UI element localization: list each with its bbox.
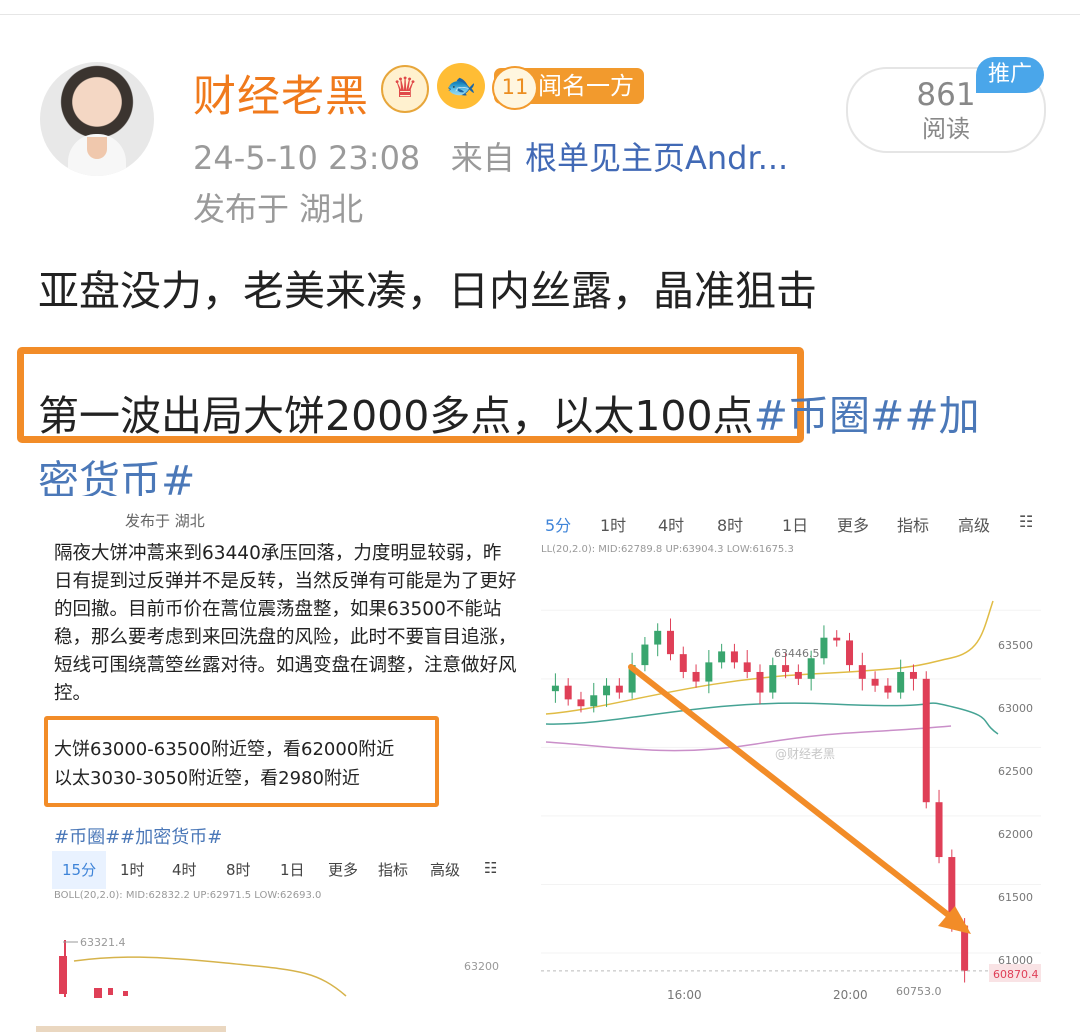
candle-body-11 bbox=[692, 671, 700, 682]
tab-4h[interactable]: 4时 bbox=[172, 859, 197, 880]
candle-body-24 bbox=[858, 665, 866, 679]
candle-body-16 bbox=[756, 671, 764, 693]
tab-8h[interactable]: 8时 bbox=[226, 859, 251, 880]
fame-label: 闻名一方 bbox=[538, 72, 634, 100]
candle-body-27 bbox=[897, 671, 905, 693]
read-label: 阅读 bbox=[922, 115, 970, 143]
mini-axis-label: 63200 bbox=[464, 960, 499, 973]
candle-body-0 bbox=[551, 685, 559, 692]
candle-body-8 bbox=[654, 630, 662, 645]
time-label-2: 20:00 bbox=[833, 988, 868, 1002]
analysis-paragraph: 隔夜大饼冲蒿来到63440承压回落，力度明显较弱，昨日有提到过反弹并不是反转，当… bbox=[54, 543, 517, 704]
candle-body-25 bbox=[871, 678, 879, 686]
promo-badge: 推广 bbox=[976, 57, 1044, 93]
username[interactable]: 财经老黑 bbox=[193, 62, 369, 124]
y-tick-61500: 61500 bbox=[998, 891, 1033, 904]
y-tick-62500: 62500 bbox=[998, 765, 1033, 778]
right-chart: @财经老黑 63446.5 60870.4 60753.0 16:00 20:0… bbox=[541, 600, 1041, 1002]
left-mini-chart: 63321.4 63200 bbox=[59, 936, 499, 998]
post-highlight-text: 第一波出局大饼2000多点，以太100点 bbox=[38, 392, 754, 440]
candle-body-12 bbox=[705, 662, 713, 682]
source-prefix: 来自 bbox=[450, 139, 515, 177]
location: 发布于 湖北 bbox=[193, 190, 364, 228]
strategy-text: 大饼63000-63500附近箜，看62000附近 以太3030-3050附近箜… bbox=[54, 735, 434, 793]
post-title: 亚盘没力，老美来凑，日内丝露，晶准狙击 bbox=[38, 267, 817, 315]
top-divider bbox=[0, 14, 1080, 15]
fame-level-icon: 11 bbox=[492, 66, 538, 110]
candle-body-2 bbox=[577, 699, 585, 707]
image-bottom-strip bbox=[36, 1026, 226, 1032]
candle-body-5 bbox=[615, 685, 623, 693]
candle-body-18 bbox=[782, 665, 790, 672]
tab-15m[interactable]: 15分 bbox=[52, 851, 107, 889]
mini-high-label: 63321.4 bbox=[80, 936, 126, 949]
candle-body-17 bbox=[769, 665, 777, 693]
fish-icon: 🐟 bbox=[437, 63, 485, 109]
low-label: 60753.0 bbox=[896, 985, 942, 998]
candle-body-3 bbox=[590, 695, 598, 707]
post-time: 24-5-10 23:08 bbox=[193, 139, 421, 177]
candle-body-14 bbox=[730, 651, 738, 663]
candle-body-7 bbox=[641, 644, 649, 666]
candle-body-28 bbox=[909, 671, 917, 679]
tab-1d[interactable]: 1日 bbox=[280, 859, 305, 880]
candle-body-15 bbox=[743, 662, 751, 672]
y-tick-63000: 63000 bbox=[998, 702, 1033, 715]
chart-watermark: @财经老黑 bbox=[775, 747, 835, 761]
candle-body-9 bbox=[666, 630, 674, 655]
time-label-1: 16:00 bbox=[667, 988, 702, 1002]
image-strip[interactable]: 发布于 湖北 隔夜大饼冲蒿来到63440承压回落，力度明显较弱，昨日有提到过反弹… bbox=[36, 496, 1041, 1032]
candle-body-29 bbox=[922, 678, 930, 803]
left-hashtags[interactable]: #币圈##加密货币# bbox=[54, 823, 222, 849]
crown-icon: ♛ bbox=[381, 65, 429, 113]
peak-label: 63446.5 bbox=[774, 647, 820, 660]
candle-body-26 bbox=[884, 685, 892, 693]
candle-body-20 bbox=[807, 658, 815, 679]
y-tick-62000: 62000 bbox=[998, 828, 1033, 841]
candle-body-4 bbox=[603, 685, 611, 696]
left-boll: BOLL(20,2.0): MID:62832.2 UP:62971.5 LOW… bbox=[54, 890, 322, 901]
tab-more[interactable]: 更多 bbox=[328, 859, 358, 880]
right-screenshot[interactable]: 5分 1时 4时 8时 1日 更多 指标 高级 ☷ LL(20,2.0): MI… bbox=[541, 496, 1041, 1032]
settings-icon[interactable]: ☷ bbox=[484, 859, 497, 877]
candle-body-1 bbox=[564, 685, 572, 700]
fame-badge: 11 闻名一方 bbox=[492, 66, 644, 110]
candle-body-21 bbox=[820, 637, 828, 659]
left-location: 发布于 湖北 bbox=[125, 512, 205, 530]
candle-body-30 bbox=[935, 802, 943, 858]
tab-1h[interactable]: 1时 bbox=[120, 859, 145, 880]
tab-indicators[interactable]: 指标 bbox=[378, 859, 408, 880]
source-link[interactable]: 根单见主页Andr... bbox=[525, 139, 788, 177]
current-price-label: 60870.4 bbox=[993, 968, 1039, 981]
chart-grid bbox=[541, 609, 1041, 954]
left-timeframe-tabs: 15分 1时 4时 8时 1日 更多 指标 高级 ☷ bbox=[52, 851, 522, 889]
candle-body-22 bbox=[833, 637, 841, 641]
y-tick-63500: 63500 bbox=[998, 639, 1033, 652]
tab-advanced[interactable]: 高级 bbox=[430, 859, 460, 880]
strategy-line-1: 大饼63000-63500附近箜，看62000附近 bbox=[54, 739, 395, 760]
hashtag-part-1[interactable]: #币圈##加 bbox=[754, 392, 980, 440]
candle-body-13 bbox=[718, 651, 726, 663]
candle-body-23 bbox=[846, 640, 854, 666]
candle-body-10 bbox=[679, 654, 687, 672]
y-tick-61000: 61000 bbox=[998, 954, 1033, 967]
strategy-line-2: 以太3030-3050附近箜，看2980附近 bbox=[54, 768, 360, 789]
left-screenshot[interactable]: 发布于 湖北 隔夜大饼冲蒿来到63440承压回落，力度明显较弱，昨日有提到过反弹… bbox=[36, 496, 531, 1032]
post-line-2: 第一波出局大饼2000多点，以太100点#币圈##加 bbox=[38, 382, 980, 442]
candle-body-19 bbox=[794, 671, 802, 679]
avatar[interactable] bbox=[40, 62, 154, 176]
post-meta: 24-5-10 23:08 来自 根单见主页Andr... bbox=[193, 133, 788, 179]
